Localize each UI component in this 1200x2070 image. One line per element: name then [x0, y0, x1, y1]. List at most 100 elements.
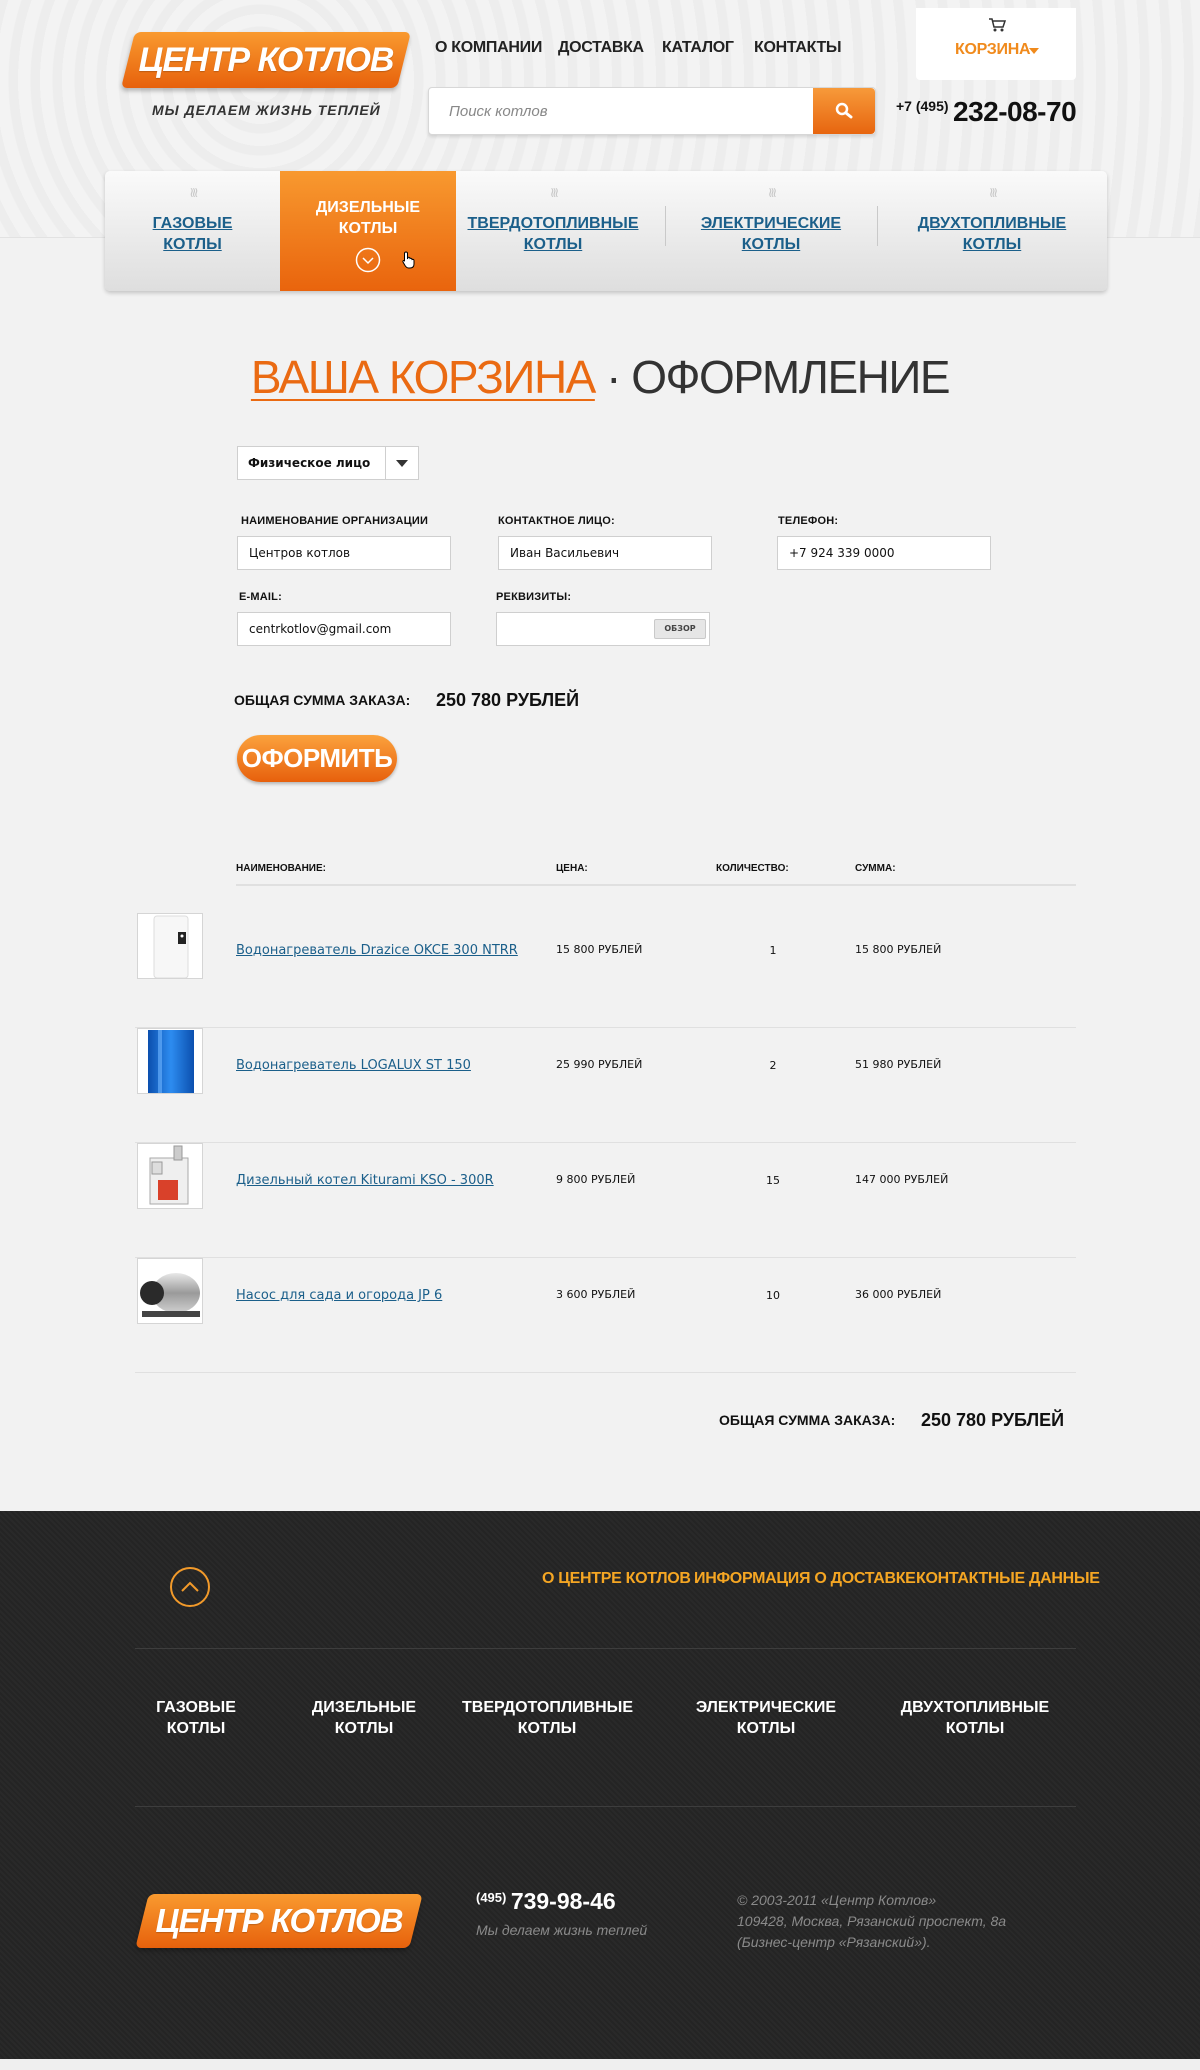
person-type-select[interactable]: Физическое лицо [237, 446, 419, 480]
nav-about[interactable]: О КОМПАНИИ [435, 39, 542, 57]
title-separator: · [606, 351, 621, 403]
cart-widget[interactable]: КОРЗИНА [916, 8, 1076, 80]
org-label: НАИМЕНОВАНИЕ ОРГАНИЗАЦИИ [241, 515, 429, 527]
footer-divider [135, 1806, 1076, 1807]
footer-logo-text: ЦЕНТР КОТЛОВ [155, 1902, 403, 1939]
footer-phone-number: 739-98-46 [510, 1888, 616, 1914]
phone-code: +7 (495) [896, 98, 949, 114]
product-sum: 15 800 РУБЛЕЙ [855, 943, 942, 956]
product-link[interactable]: Водонагреватель Drazice OKCE 300 NTRR [236, 943, 518, 958]
category-label-sub: КОТЛЫ [523, 236, 583, 253]
category-gas[interactable]: ≀≀≀ ГАЗОВЫЕ КОТЛЫ [105, 171, 280, 291]
search-input[interactable] [429, 88, 811, 134]
col-header-qty: КОЛИЧЕСТВО: [716, 863, 789, 874]
product-link[interactable]: Насос для сада и огорода JP 6 [236, 1288, 442, 1303]
select-toggle[interactable] [385, 447, 418, 479]
footer-logo[interactable]: ЦЕНТР КОТЛОВ [135, 1894, 423, 1948]
product-sum: 36 000 РУБЛЕЙ [855, 1288, 942, 1301]
footer-category-label: ЭЛЕКТРИЧЕСКИЕ [695, 1699, 837, 1716]
steam-icon: ≀≀≀ [189, 185, 199, 201]
category-label-sub: КОТЛЫ [741, 236, 801, 253]
category-label: ГАЗОВЫЕ [152, 215, 233, 232]
cart-label: КОРЗИНА [955, 41, 1031, 58]
hand-cursor-icon [402, 251, 415, 269]
footer-category-label: ГАЗОВЫЕ [156, 1699, 236, 1716]
table-total-value: 250 780 РУБЛЕЙ [921, 1410, 1065, 1430]
col-header-sum: СУММА: [855, 863, 896, 874]
cart-icon [989, 18, 1006, 32]
business-center-line: (Бизнес-центр «Рязанский»). [737, 1934, 931, 1950]
requisites-file-field[interactable]: ОБЗОР [496, 612, 710, 646]
page-title: ВАША КОРЗИНА · ОФОРМЛЕНИЕ [0, 350, 1200, 404]
category-dual-fuel[interactable]: ≀≀≀ ДВУХТОПЛИВНЫЕ КОТЛЫ [877, 171, 1107, 291]
category-label: ДИЗЕЛЬНЫЕ [315, 199, 421, 216]
org-name-field[interactable] [237, 536, 451, 570]
product-price: 3 600 РУБЛЕЙ [556, 1288, 636, 1301]
chevron-down-circle-icon[interactable] [355, 247, 381, 273]
category-label-sub: КОТЛЫ [338, 220, 398, 237]
product-qty: 10 [766, 1289, 780, 1302]
footer-link-about[interactable]: О ЦЕНТРЕ КОТЛОВ [542, 1570, 691, 1588]
footer-link-contacts[interactable]: КОНТАКТНЫЕ ДАННЫЕ [916, 1570, 1100, 1588]
product-sum: 51 980 РУБЛЕЙ [855, 1058, 942, 1071]
contact-label: КОНТАКТНОЕ ЛИЦО: [498, 515, 615, 527]
nav-catalog[interactable]: КАТАЛОГ [662, 39, 734, 57]
table-row: Водонагреватель Drazice OKCE 300 NTRR 15… [135, 913, 1076, 1028]
scroll-top-button[interactable] [170, 1567, 210, 1607]
footer-category-label-sub: КОТЛЫ [334, 1720, 394, 1737]
table-row: Водонагреватель LOGALUX ST 150 25 990 РУ… [135, 1028, 1076, 1143]
col-header-name: НАИМЕНОВАНИЕ: [236, 863, 326, 874]
nav-delivery[interactable]: ДОСТАВКА [558, 39, 644, 57]
checkout-button[interactable]: ОФОРМИТЬ [237, 735, 397, 782]
table-row: Насос для сада и огорода JP 6 3 600 РУБЛ… [135, 1258, 1076, 1373]
footer-category-diesel[interactable]: ДИЗЕЛЬНЫЕ КОТЛЫ [304, 1697, 424, 1739]
address-line: 109428, Москва, Рязанский проспект, 8а [737, 1913, 1007, 1929]
cart-title-link[interactable]: ВАША КОРЗИНА [251, 351, 596, 403]
steam-icon: ≀≀≀ [549, 185, 560, 201]
contact-person-field[interactable] [498, 536, 712, 570]
product-thumbnail[interactable] [137, 1028, 203, 1094]
footer-category-electric[interactable]: ЭЛЕКТРИЧЕСКИЕ КОТЛЫ [690, 1697, 842, 1739]
nav-contacts[interactable]: КОНТАКТЫ [754, 39, 842, 57]
phone-field[interactable] [777, 536, 991, 570]
water-heater-image [148, 1030, 194, 1093]
search-icon [835, 102, 853, 119]
requisites-label: РЕКВИЗИТЫ: [496, 591, 572, 603]
footer-category-label-sub: КОТЛЫ [945, 1720, 1005, 1737]
product-link[interactable]: Дизельный котел Kiturami KSO - 300R [236, 1173, 494, 1188]
col-header-price: ЦЕНА: [556, 863, 588, 874]
site-logo[interactable]: ЦЕНТР КОТЛОВ [121, 32, 411, 88]
logo-text: ЦЕНТР КОТЛОВ [138, 41, 394, 79]
browse-button[interactable]: ОБЗОР [654, 619, 706, 639]
footer-category-solid-fuel[interactable]: ТВЕРДОТОПЛИВНЫЕ КОТЛЫ [462, 1697, 633, 1739]
order-total-label: ОБЩАЯ СУММА ЗАКАЗА: [234, 692, 411, 708]
footer-link-delivery[interactable]: ИНФОРМАЦИЯ О ДОСТАВКЕ [694, 1570, 916, 1588]
product-link[interactable]: Водонагреватель LOGALUX ST 150 [236, 1058, 471, 1073]
table-row: Дизельный котел Kiturami KSO - 300R 9 80… [135, 1143, 1076, 1258]
search-button[interactable] [813, 88, 875, 134]
steam-icon: ≀≀≀ [988, 185, 999, 201]
category-solid-fuel[interactable]: ≀≀≀ ТВЕРДОТОПЛИВНЫЕ КОТЛЫ [456, 171, 650, 291]
product-thumbnail[interactable] [137, 1258, 203, 1324]
category-diesel[interactable]: ДИЗЕЛЬНЫЕ КОТЛЫ [280, 171, 456, 291]
category-bar: ≀≀≀ ГАЗОВЫЕ КОТЛЫ ДИЗЕЛЬНЫЕ КОТЛЫ ≀≀≀ ТВЕР… [105, 171, 1107, 291]
product-price: 9 800 РУБЛЕЙ [556, 1173, 636, 1186]
site-tagline: МЫ ДЕЛАЕМ ЖИЗНЬ ТЕПЛЕЙ [152, 102, 381, 118]
footer-copyright: © 2003-2011 «Центр Котлов» 109428, Москв… [737, 1890, 1006, 1953]
water-heater-image [153, 915, 189, 978]
product-qty: 2 [769, 1059, 777, 1072]
chevron-down-icon [1029, 48, 1039, 54]
email-label: E-MAIL: [239, 591, 282, 603]
email-field[interactable] [237, 612, 451, 646]
product-thumbnail[interactable] [137, 1143, 203, 1209]
table-total-label: ОБЩАЯ СУММА ЗАКАЗА: [719, 1412, 896, 1428]
category-electric[interactable]: ≀≀≀ ЭЛЕКТРИЧЕСКИЕ КОТЛЫ [665, 171, 877, 291]
footer-divider [135, 1648, 1076, 1649]
footer-category-label-sub: КОТЛЫ [736, 1720, 796, 1737]
footer-category-label: ТВЕРДОТОПЛИВНЫЕ [462, 1699, 633, 1716]
footer-category-gas[interactable]: ГАЗОВЫЕ КОТЛЫ [146, 1697, 246, 1739]
product-thumbnail[interactable] [137, 913, 203, 979]
search-bar [428, 87, 876, 135]
boiler-image [149, 1145, 189, 1205]
footer-category-dual-fuel[interactable]: ДВУХТОПЛИВНЫЕ КОТЛЫ [900, 1697, 1050, 1739]
